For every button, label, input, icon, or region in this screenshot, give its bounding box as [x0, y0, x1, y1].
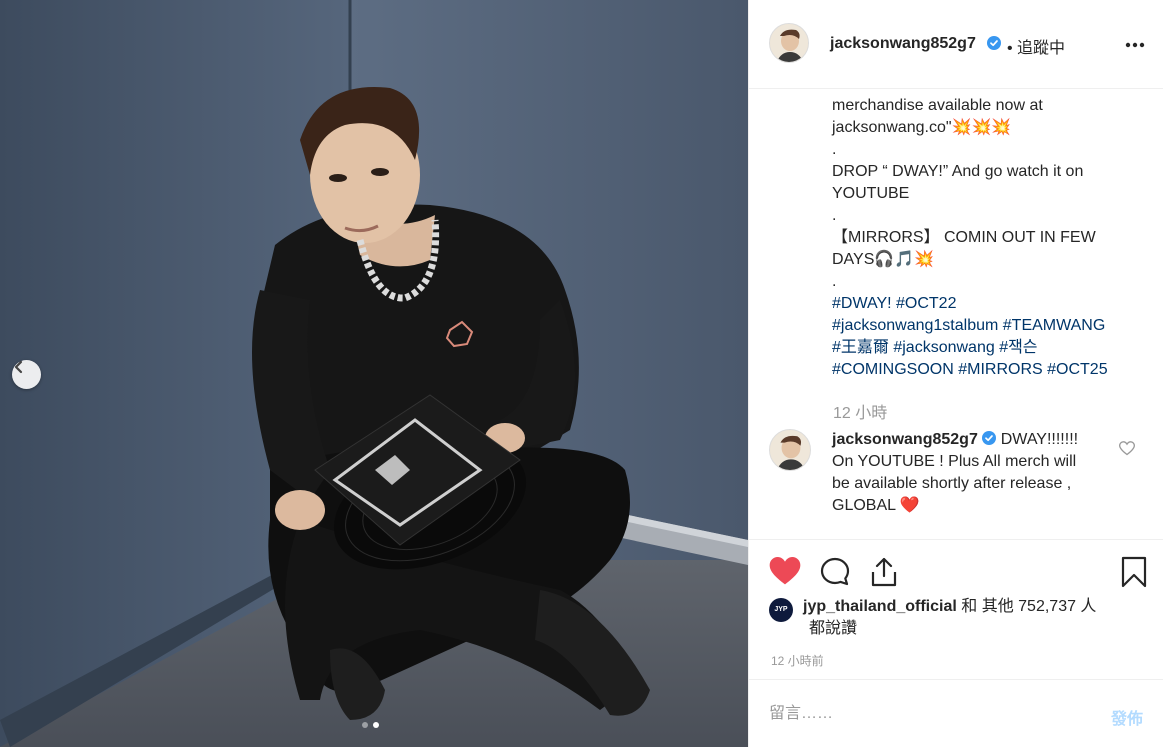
caption-line: merchandise available now at [832, 89, 1142, 95]
comment-line: On YOUTUBE ! Plus All merch will [832, 453, 1077, 470]
liker-avatar[interactable]: JYP [769, 598, 793, 622]
post-header: jacksonwang852g7 • 追蹤中 [749, 0, 1163, 89]
heart-outline-icon [1118, 441, 1136, 456]
verified-badge-icon [987, 36, 1001, 50]
caption-line: 【MIRRORS】 COMIN OUT IN FEW [832, 229, 1096, 246]
liker-avatar-text: JYP [774, 606, 788, 613]
more-horizontal-icon [1125, 42, 1145, 48]
likes-count-text[interactable]: 和 其他 752,737 人 [957, 598, 1096, 615]
avatar[interactable] [769, 23, 809, 63]
hashtag-line[interactable]: #DWAY! #OCT22 [832, 293, 1142, 315]
liker-username[interactable]: jyp_thailand_official [803, 598, 957, 615]
comment-avatar[interactable] [769, 429, 811, 471]
caption-line: . [832, 273, 837, 290]
photo-image [0, 0, 748, 747]
carousel-indicator [362, 722, 379, 728]
more-options-button[interactable] [1125, 32, 1145, 53]
caption-line: . [832, 141, 837, 158]
hashtag-line[interactable]: #王嘉爾 #jacksonwang #잭슨 [832, 337, 1142, 359]
likes-line: jyp_thailand_official 和 其他 752,737 人 [803, 596, 1096, 618]
post-timestamp[interactable]: 12 小時前 [771, 652, 824, 669]
comment-line: be available shortly after release , [832, 475, 1072, 492]
share-upload-icon [871, 557, 897, 587]
caption-line: YOUTUBE [832, 185, 910, 202]
comment-composer: 發佈 [749, 679, 1163, 747]
following-button[interactable]: • 追蹤中 [1007, 34, 1065, 58]
previous-photo-button[interactable] [12, 360, 41, 389]
comment-text: jacksonwang852g7 DWAY!!!!!!! On YOUTUBE … [832, 429, 1112, 517]
post-caption: merchandise available now at merchandise… [832, 89, 1142, 381]
likes-line-2: 都說讚 [809, 620, 858, 637]
share-button[interactable] [869, 556, 899, 593]
caption-line: merchandise available now at [832, 97, 1043, 114]
like-button[interactable] [769, 556, 801, 591]
caption-line: jacksonwang.co"💥💥💥 [832, 119, 1012, 136]
bookmark-icon [1121, 556, 1147, 588]
save-button[interactable] [1121, 556, 1147, 593]
heart-filled-icon [769, 557, 801, 585]
username[interactable]: jacksonwang852g7 [830, 35, 976, 53]
comments-list[interactable]: merchandise available now at merchandise… [749, 89, 1163, 539]
comment-input[interactable] [769, 702, 1079, 726]
profile-photo [770, 24, 808, 62]
post-photo [0, 0, 748, 747]
chevron-left-icon [14, 360, 23, 374]
comment-line: GLOBAL ❤️ [832, 497, 920, 514]
hashtag-line[interactable]: #jacksonwang1stalbum #TEAMWANG [832, 315, 1142, 337]
comment-line: DWAY!!!!!!! [1000, 431, 1079, 448]
carousel-dot [362, 722, 368, 728]
like-comment-button[interactable] [1118, 441, 1136, 461]
post-comment-button[interactable]: 發佈 [1111, 705, 1143, 729]
comment-button[interactable] [819, 556, 851, 593]
caption-line: DAYS🎧🎵💥 [832, 251, 935, 268]
profile-photo [770, 430, 810, 470]
verified-badge-icon [982, 431, 997, 445]
caption-timestamp: 12 小時 [833, 405, 888, 422]
post-actions: JYP jyp_thailand_official 和 其他 752,737 人… [749, 539, 1163, 679]
caption-line: DROP “ DWAY!” And go watch it on [832, 163, 1084, 180]
carousel-dot-active [373, 722, 379, 728]
comment-username[interactable]: jacksonwang852g7 [832, 431, 978, 448]
post-side-panel: jacksonwang852g7 • 追蹤中 merchandise avail… [748, 0, 1163, 747]
comment-bubble-icon [820, 557, 850, 586]
caption-line: . [832, 207, 837, 224]
hashtag-line[interactable]: #COMINGSOON #MIRRORS #OCT25 [832, 359, 1142, 381]
